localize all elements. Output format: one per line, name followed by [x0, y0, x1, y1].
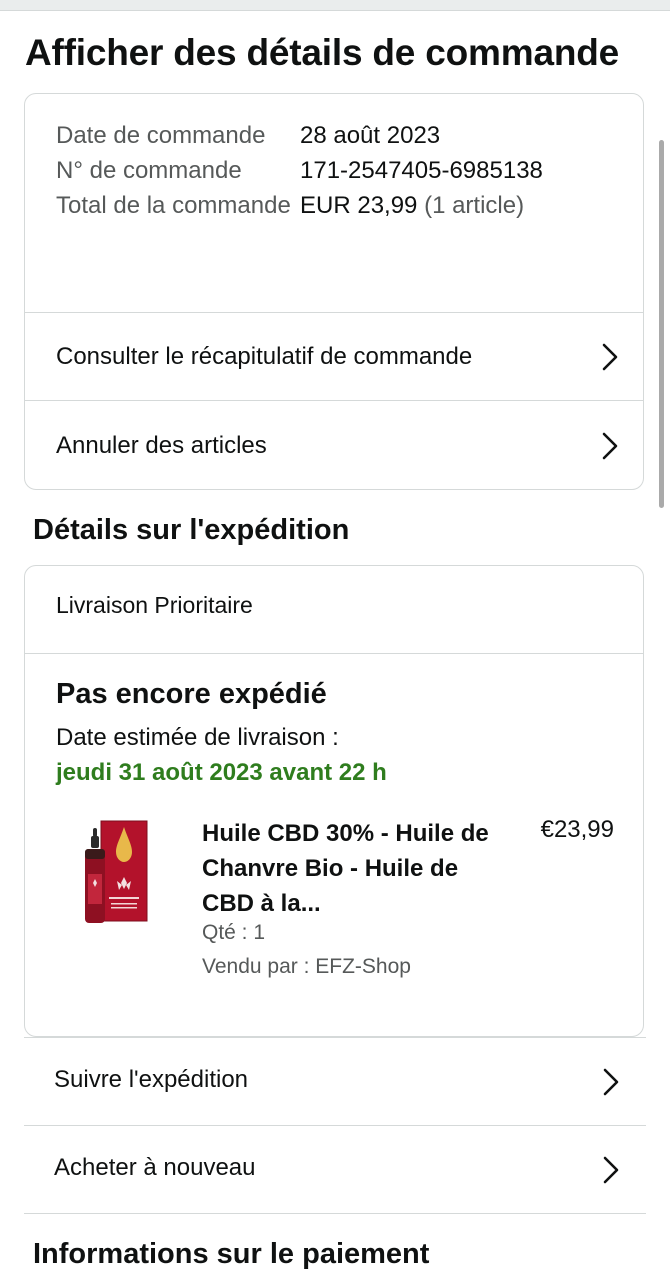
order-total-label: Total de la commande [56, 192, 291, 219]
order-number-row: N° de commande 171-2547405-6985138 [56, 153, 543, 188]
order-number-value: 171-2547405-6985138 [300, 157, 543, 184]
order-number-label: N° de commande [56, 157, 242, 184]
track-shipment-label: Suivre l'expédition [54, 1066, 249, 1093]
order-total-amount: EUR 23,99 [300, 192, 418, 219]
view-order-summary-link[interactable]: Consulter le récapitulatif de commande [25, 312, 643, 400]
cancel-items-link[interactable]: Annuler des articles [25, 400, 643, 489]
order-info-card: Date de commande 28 août 2023 N° de comm… [24, 93, 644, 490]
shipping-method: Livraison Prioritaire [56, 592, 253, 618]
divider [24, 1213, 646, 1214]
product-title[interactable]: Huile CBD 30% - Huile de Chanvre Bio - H… [202, 816, 492, 921]
product-price: €23,99 [540, 816, 614, 843]
cancel-items-label: Annuler des articles [56, 431, 267, 459]
chevron-right-icon [600, 1155, 622, 1185]
scrollbar[interactable] [659, 140, 664, 508]
divider [25, 653, 643, 654]
chevron-right-icon [600, 1067, 622, 1097]
view-order-summary-label: Consulter le récapitulatif de commande [56, 342, 473, 370]
order-date-value: 28 août 2023 [300, 122, 441, 149]
shipment-status: Pas encore expédié [56, 678, 327, 710]
product-image[interactable] [83, 819, 149, 929]
order-date-label: Date de commande [56, 122, 266, 149]
product-seller: Vendu par : EFZ-Shop [202, 955, 411, 978]
shipment-card: Livraison Prioritaire Pas encore expédié… [24, 565, 644, 1037]
buy-again-link[interactable]: Acheter à nouveau [24, 1125, 646, 1214]
order-total-value: EUR 23,99 (1 article) [300, 188, 524, 223]
payment-section-title: Informations sur le paiement [33, 1238, 430, 1270]
delivery-estimate-date: jeudi 31 août 2023 avant 22 h [56, 759, 387, 786]
page-title: Afficher des détails de commande [25, 32, 620, 73]
order-info-grid: Date de commande 28 août 2023 N° de comm… [56, 118, 543, 223]
order-date-row: Date de commande 28 août 2023 [56, 118, 543, 153]
chevron-right-icon [599, 431, 621, 461]
chevron-right-icon [599, 342, 621, 372]
product-quantity: Qté : 1 [202, 921, 266, 944]
top-bar [0, 0, 670, 11]
order-item-count: (1 article) [424, 192, 525, 219]
shipping-section-title: Détails sur l'expédition [33, 514, 350, 546]
track-shipment-link[interactable]: Suivre l'expédition [24, 1037, 646, 1126]
delivery-estimate-label: Date estimée de livraison : [56, 724, 339, 751]
order-total-row: Total de la commande EUR 23,99 (1 articl… [56, 188, 543, 223]
buy-again-label: Acheter à nouveau [54, 1154, 256, 1181]
